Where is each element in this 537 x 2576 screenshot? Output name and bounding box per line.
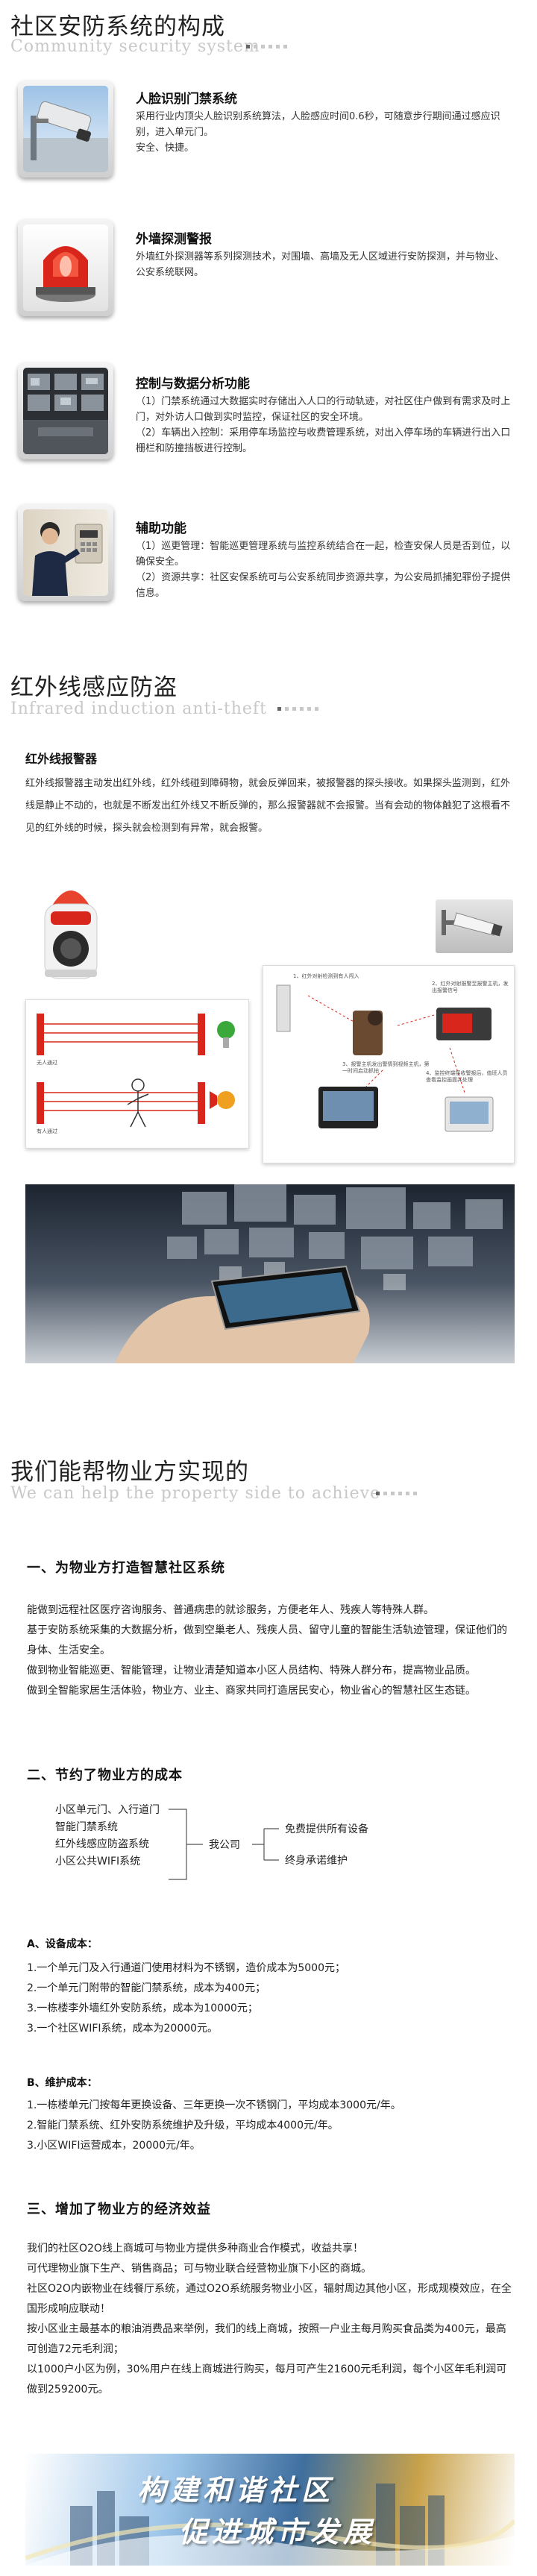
feature-title: 辅助功能	[136, 521, 186, 536]
alarm-workflow-diagram: 1、红外对射检测到有人闯入 2、红外对射报警至报警主机，发出报警信号 3、报警主…	[263, 965, 515, 1163]
section-subtitle-infrared: Infrared induction anti-theft	[10, 700, 267, 718]
decorative-dots	[376, 1492, 417, 1495]
feature-title: 控制与数据分析功能	[136, 377, 250, 392]
section-subtitle-achieve: We can help the property side to achieve	[10, 1484, 381, 1503]
red-alarm-siren-icon	[18, 219, 113, 316]
tree-mid-label: 我公司	[209, 1839, 240, 1851]
heading-maintenance-cost: B、维护成本：	[27, 2077, 98, 2089]
tree-left-item: 小区单元门、入行道门	[55, 1804, 160, 1816]
feature-title: 人脸识别门禁系统	[136, 92, 237, 107]
surveillance-camera-icon	[18, 81, 113, 178]
infrared-alarm-device-icon	[30, 876, 112, 987]
infrared-body: 红外线报警器主动发出红外线，红外线碰到障碍物，就会反弹回来，被报警器的探头接收。…	[25, 778, 511, 834]
feature-desc: （1）门禁系统通过大数据实时存储出入人口的行动轨迹，对社区住户做到有需求及时上门…	[136, 396, 511, 454]
feature-desc: （1）巡更管理：智能巡更管理系统与监控系统结合在一起，检查安保人员是否到位，以确…	[136, 541, 511, 599]
maintenance-cost-list: 1.一栋楼单元门按每年更换设备、三年更换一次不锈钢门，平均成本3000元/年。 …	[27, 2099, 401, 2152]
infrared-heading: 红外线报警器	[25, 752, 98, 766]
tree-right-item: 免费提供所有设备	[285, 1823, 368, 1835]
cctv-monitor-wall-icon	[18, 362, 113, 459]
section-title-achieve: 我们能帮物业方实现的	[10, 1459, 249, 1486]
tree-right-item: 终身承诺维护	[285, 1855, 348, 1867]
harmony-banner: 构建和谐社区 促进城市发展	[25, 2454, 515, 2566]
section-title-infrared: 红外线感应防盗	[10, 674, 178, 701]
tree-left-item: 红外线感应防盗系统	[55, 1838, 149, 1850]
heading-equipment-cost: A、设备成本：	[27, 1938, 98, 1950]
feature-desc: 外墙红外探测器等系列探测技术，对围墙、高墙及无人区域进行安防探测，并与物业、公安…	[136, 251, 505, 278]
banner-line2: 促进城市发展	[179, 2516, 377, 2548]
section-subtitle-security: Community security system	[10, 37, 260, 56]
tree-left-item: 智能门禁系统	[55, 1821, 118, 1833]
camera-icon	[436, 899, 513, 953]
smart-city-hand-phone-icon	[25, 1184, 515, 1363]
heading-smart-community: 一、为物业方打造智慧社区系统	[27, 1560, 225, 1576]
heading-economic-benefit: 三、增加了物业方的经济效益	[27, 2202, 211, 2217]
decorative-dots	[246, 45, 287, 48]
economic-benefit-body: 我们的社区O2O线上商城可与物业方提供多种商业合作模式，收益共享！ 可代理物业旗…	[27, 2243, 512, 2396]
tree-left-item: 小区公共WIFI系统	[55, 1856, 141, 1867]
feature-title: 外墙探测警报	[136, 232, 212, 247]
equipment-cost-list: 1.一个单元门及入行通道门使用材料为不锈钢，造价成本为5000元； 2.一个单元…	[27, 1962, 345, 2035]
cost-tree-diagram: 小区单元门、入行道门 智能门禁系统 红外线感应防盗系统 小区公共WIFI系统 我…	[27, 1802, 445, 1891]
banner-line1: 构建和谐社区	[137, 2474, 335, 2507]
feature-desc: 采用行业内顶尖人脸识别系统算法，人脸感应时间0.6秒，可随意步行期间通过感应识别…	[136, 111, 500, 154]
decorative-dots	[277, 707, 318, 711]
heading-save-cost: 二、节约了物业方的成本	[27, 1768, 183, 1783]
guard-at-keypad-icon	[18, 504, 113, 601]
smart-community-body: 能做到远程社区医疗咨询服务、普通病患的就诊服务，方便老年人、残疾人等特殊人群。 …	[27, 1604, 507, 1697]
section-title-security: 社区安防系统的构成	[10, 13, 225, 40]
infrared-beam-diagram: 无人通过 有人通过	[25, 999, 249, 1149]
